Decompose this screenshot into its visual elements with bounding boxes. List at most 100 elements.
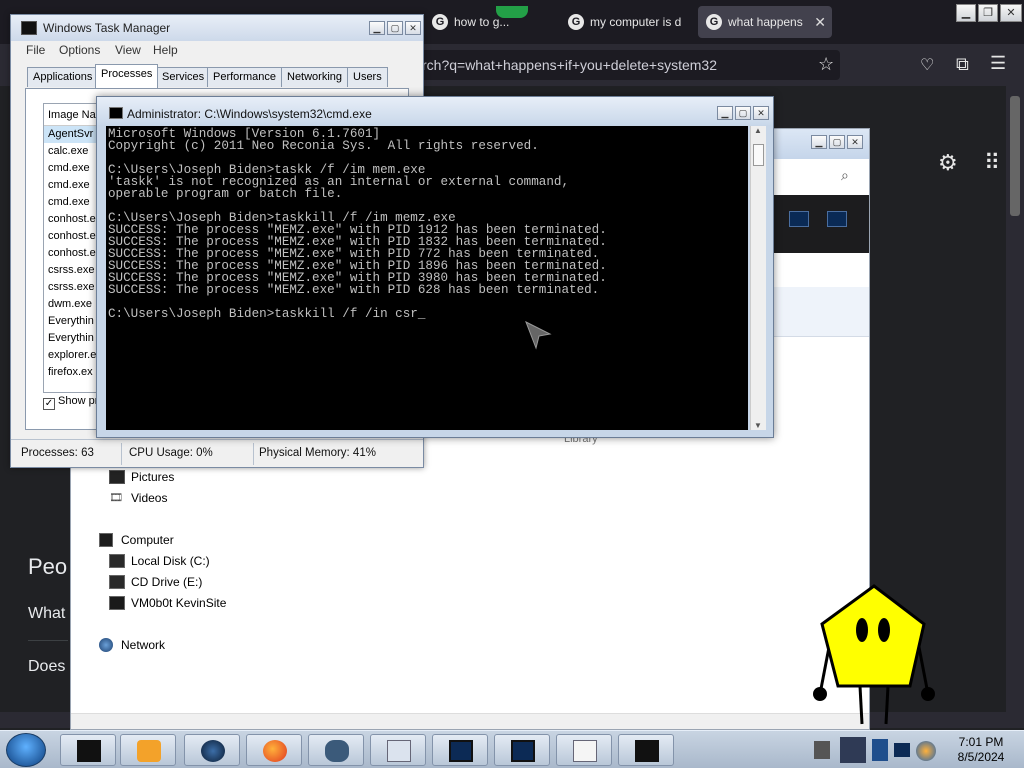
taskbar-app-window[interactable] <box>432 734 488 766</box>
mouse-cursor-icon <box>525 320 552 350</box>
question-item[interactable]: What <box>28 605 65 623</box>
magnifier-icon[interactable] <box>840 737 866 763</box>
nav-item-network[interactable]: Network <box>99 635 165 655</box>
taskbar-app-terminal[interactable] <box>60 734 116 766</box>
pentagon-character-icon <box>813 584 935 725</box>
console-line: operable program or batch file. <box>108 187 343 201</box>
tab-applications[interactable]: Applications <box>27 67 99 87</box>
console-line: Copyright (c) 2011 Neo Reconia Sys. All … <box>108 139 539 153</box>
status-memory: Physical Memory: 41% <box>259 447 376 459</box>
explorer-window-controls: ▁ ▢ ✕ <box>809 134 863 149</box>
taskbar-app-window[interactable] <box>494 734 550 766</box>
maximize-button[interactable]: ▢ <box>735 106 751 120</box>
taskbar-app-globe[interactable] <box>184 734 240 766</box>
taskbar-app-firefox[interactable] <box>246 734 302 766</box>
scrollbar-thumb[interactable] <box>753 144 764 166</box>
nav-item-local-disk[interactable]: Local Disk (C:) <box>109 551 210 571</box>
close-button[interactable]: ✕ <box>847 135 863 149</box>
menu-help[interactable]: Help <box>153 43 178 57</box>
network-icon <box>99 638 113 652</box>
browser-tab-1[interactable]: G how to g... <box>424 6 550 38</box>
tab-networking[interactable]: Networking <box>281 67 349 87</box>
monitor-icon[interactable] <box>894 743 910 757</box>
minimize-button[interactable]: ▁ <box>369 21 385 35</box>
close-tab-icon[interactable]: ✕ <box>814 6 826 38</box>
cmd-icon <box>109 107 123 119</box>
start-button[interactable] <box>6 733 46 767</box>
clock[interactable]: 7:01 PM 8/5/2024 <box>946 735 1016 765</box>
browser-tab-2[interactable]: G my computer is d <box>560 6 688 38</box>
close-button[interactable]: ✕ <box>1000 4 1022 22</box>
extensions-icon[interactable]: ⧉ <box>956 54 969 75</box>
nav-item-computer[interactable]: Computer <box>99 530 174 550</box>
window-title: Administrator: C:\Windows\system32\cmd.e… <box>127 107 372 121</box>
close-button[interactable]: ✕ <box>753 106 769 120</box>
maximize-button[interactable]: ❐ <box>978 4 998 22</box>
maximize-button[interactable]: ▢ <box>387 21 403 35</box>
scroll-up-icon[interactable]: ▲ <box>754 126 762 135</box>
menu-view[interactable]: View <box>115 43 141 57</box>
close-button[interactable]: ✕ <box>405 21 421 35</box>
settings-gear-icon[interactable]: ⚙ <box>938 150 958 176</box>
calculator-icon <box>387 740 411 762</box>
console-input-line[interactable]: C:\Users\Joseph Biden>taskkill /f /in cs… <box>108 308 425 321</box>
apps-grid-icon[interactable]: ⠿ <box>984 150 1000 176</box>
task-manager-titlebar: Windows Task Manager ▁ ▢ ✕ <box>11 15 423 41</box>
taskbar-app-task-manager[interactable] <box>618 734 674 766</box>
menu-bar: File Options View Help <box>11 41 423 61</box>
cmd-titlebar: Administrator: C:\Windows\system32\cmd.e… <box>97 97 773 125</box>
nav-item-network-drive[interactable]: VM0b0t KevinSite <box>109 593 226 613</box>
search-icon[interactable]: ⌕ <box>841 167 849 184</box>
browser-scrollbar[interactable] <box>1006 86 1024 716</box>
console-output[interactable]: Microsoft Windows [Version 6.1.7601] Cop… <box>106 126 748 430</box>
google-icon: G <box>568 14 584 30</box>
explorer-horizontal-scrollbar[interactable] <box>71 713 869 729</box>
checkbox-icon[interactable]: ✓ <box>43 398 55 410</box>
nav-item-videos[interactable]: 🎞 Videos <box>109 488 167 508</box>
scrollbar-thumb[interactable] <box>1010 96 1020 216</box>
scroll-down-icon[interactable]: ▼ <box>754 421 762 430</box>
show-processes-checkbox[interactable]: ✓ Show pr <box>43 395 98 410</box>
browser-tab-3[interactable]: G what happens ✕ <box>698 6 832 38</box>
pocket-icon[interactable]: ♡ <box>920 55 934 75</box>
window-title: Windows Task Manager <box>43 21 171 35</box>
system-tray <box>806 733 946 767</box>
taskbar-app-media-player[interactable] <box>120 734 176 766</box>
nav-item-cd-drive[interactable]: CD Drive (E:) <box>109 572 202 592</box>
nav-item-label: Computer <box>121 533 174 547</box>
taskbar-app-wordpad[interactable] <box>556 734 612 766</box>
nav-item-pictures[interactable]: Pictures <box>109 467 174 487</box>
task-manager-window-controls: ▁ ▢ ✕ <box>367 20 421 35</box>
google-icon: G <box>432 14 448 30</box>
taskbar-app-network[interactable] <box>308 734 364 766</box>
menu-icon[interactable]: ☰ <box>990 53 1006 74</box>
media-player-icon <box>137 740 161 762</box>
task-manager-icon <box>21 21 37 35</box>
tray-icon[interactable] <box>872 739 888 761</box>
question-item[interactable]: Does <box>28 658 65 676</box>
videos-icon: 🎞 <box>109 492 123 504</box>
cd-drive-icon <box>109 575 125 589</box>
menu-options[interactable]: Options <box>59 43 100 57</box>
tray-icon[interactable] <box>916 741 936 761</box>
cmd-scrollbar[interactable]: ▲ ▼ <box>750 126 766 430</box>
taskbar-app-calculator[interactable] <box>370 734 426 766</box>
bookmark-star-icon[interactable]: ☆ <box>818 54 834 75</box>
minimize-button[interactable]: ▁ <box>956 4 976 22</box>
minimize-button[interactable]: ▁ <box>717 106 733 120</box>
tab-services[interactable]: Services <box>156 67 211 87</box>
tab-performance[interactable]: Performance <box>207 67 282 87</box>
maximize-button[interactable]: ▢ <box>829 135 845 149</box>
computer-icon <box>99 533 113 547</box>
thumbnail-icon <box>789 211 809 227</box>
status-processes: Processes: 63 <box>21 447 94 459</box>
wordpad-icon <box>573 740 597 762</box>
people-also-ask-heading: Peo <box>28 554 68 579</box>
menu-file[interactable]: File <box>26 43 45 57</box>
divider <box>28 640 68 641</box>
tab-processes[interactable]: Processes <box>95 64 159 88</box>
tray-icon[interactable] <box>814 741 830 759</box>
tab-users[interactable]: Users <box>347 67 388 87</box>
globe-icon <box>201 740 225 762</box>
minimize-button[interactable]: ▁ <box>811 135 827 149</box>
